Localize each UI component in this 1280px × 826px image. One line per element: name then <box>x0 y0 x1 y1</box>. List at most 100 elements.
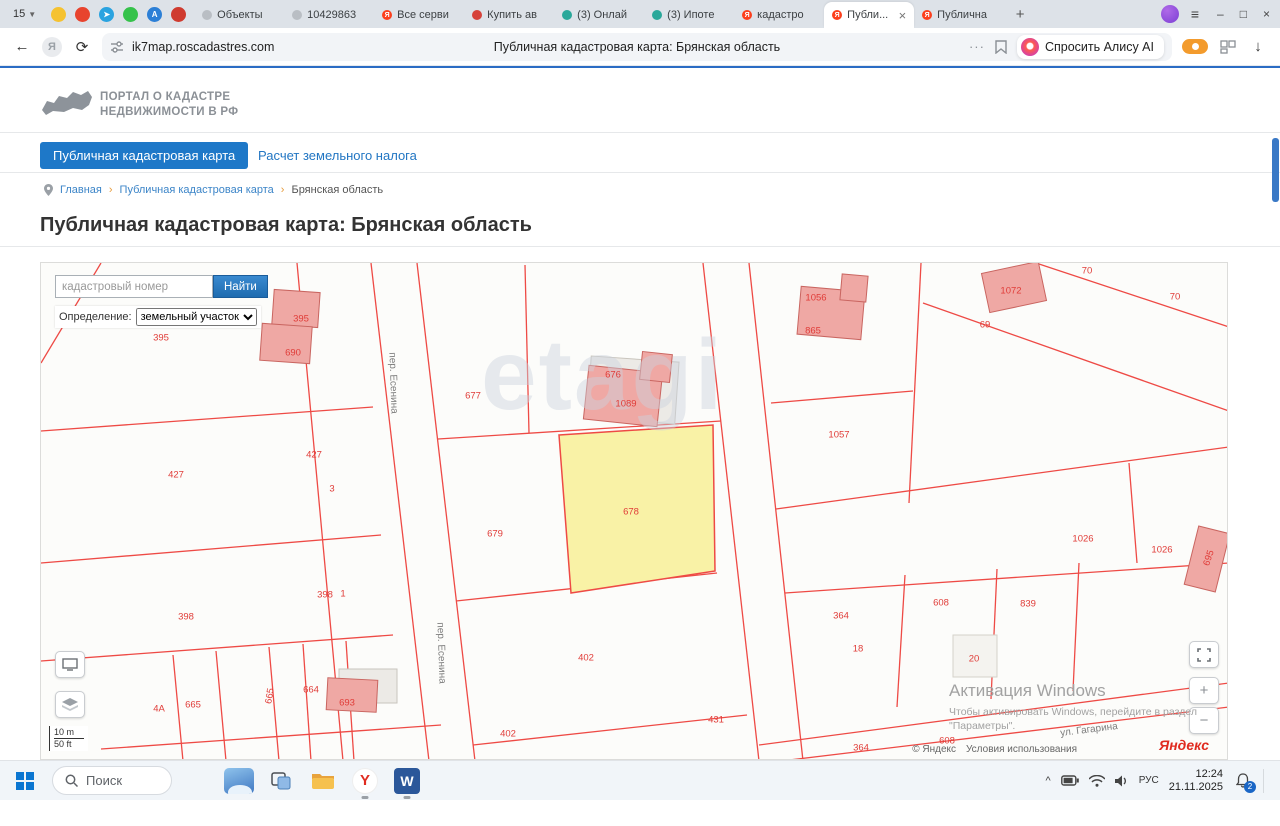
alice-label: Спросить Алису AI <box>1045 40 1154 54</box>
yandex-logo: Яндекс <box>1159 737 1209 753</box>
pinned-whatsapp-icon[interactable] <box>123 7 138 22</box>
browser-tab[interactable]: Купить ав <box>464 2 554 28</box>
close-button[interactable]: × <box>1263 7 1270 21</box>
bookmark-icon[interactable] <box>995 40 1007 54</box>
home-button[interactable]: Я <box>42 37 62 57</box>
tab-favicon: Я <box>832 10 842 20</box>
show-desktop-button[interactable] <box>1263 769 1264 793</box>
breadcrumb-separator: › <box>109 184 113 196</box>
tab-counter-button[interactable]: 15 ▼ <box>6 2 43 26</box>
parcel-number: 395 <box>293 314 309 325</box>
time-text: 12:24 <box>1169 768 1223 781</box>
browser-tab[interactable]: 10429863 <box>284 2 374 28</box>
volume-icon[interactable] <box>1115 775 1129 787</box>
page-scrollbar[interactable] <box>1272 138 1279 826</box>
pinned-yellow-app-icon[interactable] <box>51 7 66 22</box>
tab-label: Объекты <box>217 9 276 21</box>
definition-select[interactable]: земельный участок <box>136 308 257 326</box>
parcel-number: 679 <box>487 529 503 540</box>
browser-tab[interactable]: Объекты <box>194 2 284 28</box>
nav-land-tax-link[interactable]: Расчет земельного налога <box>258 148 417 163</box>
breadcrumb-item[interactable]: Главная <box>60 184 102 196</box>
minimize-button[interactable]: – <box>1217 7 1224 21</box>
file-explorer-icon[interactable] <box>308 766 338 796</box>
divider <box>0 246 1280 247</box>
layers-button[interactable] <box>55 691 85 718</box>
notification-badge: 2 <box>1244 781 1256 793</box>
maximize-button[interactable]: □ <box>1240 7 1247 21</box>
cadastral-map[interactable]: etagi 395395690427427339839814A665665664… <box>40 262 1228 760</box>
browser-tab[interactable]: ЯПубли...× <box>824 2 914 28</box>
wifi-icon[interactable] <box>1089 775 1105 787</box>
parcel-number: 1026 <box>1151 545 1172 556</box>
pinned-telegram-icon[interactable]: ➤ <box>99 7 114 22</box>
power-saving-icon[interactable] <box>1182 39 1208 54</box>
browser-tab[interactable]: ЯВсе серви <box>374 2 464 28</box>
screen-mode-button[interactable] <box>55 651 85 678</box>
parcel-number: 431 <box>708 715 724 726</box>
reload-button[interactable]: ⟳ <box>72 38 92 56</box>
browser-tab[interactable]: Якадастро <box>734 2 824 28</box>
word-icon[interactable]: W <box>392 766 422 796</box>
pinned-market-icon[interactable] <box>171 7 186 22</box>
browser-tab[interactable]: (3) Ипоте <box>644 2 734 28</box>
breadcrumb-item[interactable]: Публичная кадастровая карта <box>120 184 274 196</box>
tab-label: Публична <box>937 9 996 21</box>
ask-alice-button[interactable]: Спросить Алису AI <box>1017 35 1164 59</box>
parcel-number: 398 <box>317 590 333 601</box>
menu-icon[interactable]: ≡ <box>1191 6 1199 22</box>
browser-tab[interactable]: (3) Онлай <box>554 2 644 28</box>
parcel-number: 20 <box>969 654 980 665</box>
parcel-number: 839 <box>1020 599 1036 610</box>
logo-line1: ПОРТАЛ О КАДАСТРЕ <box>100 90 238 105</box>
back-button[interactable]: ← <box>12 38 32 55</box>
terms-link[interactable]: Условия использования <box>966 744 1077 755</box>
pinned-red-app-icon[interactable] <box>75 7 90 22</box>
cadastral-number-input[interactable] <box>55 275 213 298</box>
parcel-number: 664 <box>303 685 319 696</box>
browser-tab[interactable]: ЯПублична <box>914 2 1004 28</box>
parcel-number: 70 <box>1082 266 1093 277</box>
taskbar-search-label: Поиск <box>86 773 122 788</box>
new-tab-button[interactable]: + <box>1008 2 1032 26</box>
parcel-number: 608 <box>933 598 949 609</box>
task-view-button[interactable] <box>266 766 296 796</box>
yandex-browser-icon[interactable]: Y <box>350 766 380 796</box>
search-icon <box>65 774 78 787</box>
taskbar-search[interactable]: Поиск <box>52 766 172 795</box>
site-logo-text: ПОРТАЛ О КАДАСТРЕ НЕДВИЖИМОСТИ В РФ <box>100 90 238 120</box>
divider <box>0 132 1280 133</box>
street-name: пер. Есенина <box>434 622 447 684</box>
breadcrumb: Главная›Публичная кадастровая карта›Брян… <box>44 184 383 196</box>
widgets-icon[interactable] <box>224 768 254 794</box>
tab-label: (3) Ипоте <box>667 9 726 21</box>
more-actions-icon[interactable]: ··· <box>969 39 985 54</box>
tab-close-icon[interactable]: × <box>899 9 907 22</box>
hidden-icons-chevron[interactable]: ^ <box>1046 775 1051 787</box>
logo-line2: НЕДВИЖИМОСТИ В РФ <box>100 105 238 120</box>
fullscreen-button[interactable] <box>1189 641 1219 668</box>
find-button[interactable]: Найти <box>213 275 268 298</box>
battery-icon[interactable] <box>1061 775 1079 786</box>
url-text: ik7map.roscadastres.com <box>132 40 274 54</box>
site-settings-icon[interactable] <box>110 40 124 54</box>
notification-center-button[interactable]: 2 <box>1233 771 1253 791</box>
system-tray: ^ РУС 12:24 21.11.2025 2 <box>1046 768 1270 794</box>
breadcrumb-separator: › <box>281 184 285 196</box>
address-bar[interactable]: ik7map.roscadastres.com Публичная кадаст… <box>102 33 1172 61</box>
start-button[interactable] <box>10 766 40 796</box>
nav-cadastral-map-button[interactable]: Публичная кадастровая карта <box>40 142 248 169</box>
language-indicator[interactable]: РУС <box>1139 775 1159 786</box>
pinned-mail-icon[interactable]: A <box>147 7 162 22</box>
tabbar-right: ≡ – □ × <box>1161 0 1280 28</box>
tab-strip: Объекты 10429863ЯВсе сервиКупить ав(3) Он… <box>194 0 1004 28</box>
browser-toolbar: ← Я ⟳ ik7map.roscadastres.com Публичная … <box>0 28 1280 66</box>
downloads-icon[interactable]: ↓ <box>1248 38 1268 55</box>
parcel-number: 865 <box>805 326 821 337</box>
profile-avatar[interactable] <box>1161 5 1179 23</box>
parcel-number: 1 <box>340 589 345 600</box>
divider <box>0 172 1280 173</box>
taskbar-clock[interactable]: 12:24 21.11.2025 <box>1169 768 1223 794</box>
parcel-number: 18 <box>853 644 864 655</box>
collections-icon[interactable] <box>1220 40 1236 54</box>
